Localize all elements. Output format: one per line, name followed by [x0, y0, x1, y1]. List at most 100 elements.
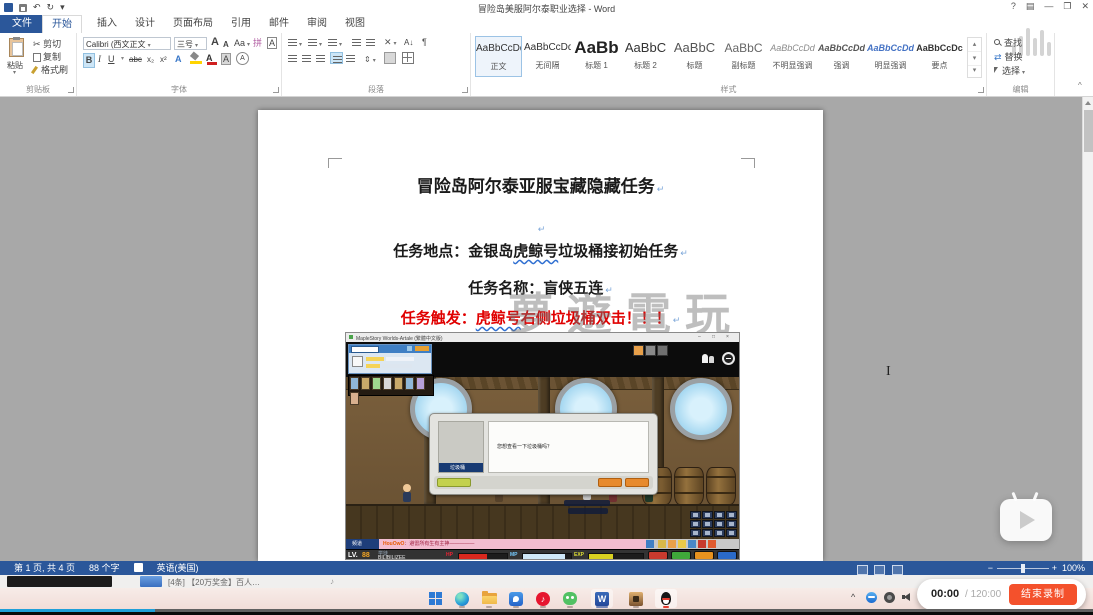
dialog-next-button[interactable] [625, 478, 649, 487]
tray-expand-icon[interactable]: ^ [851, 592, 855, 602]
toast-text[interactable]: [4条] 【20万奖金】百人… [168, 577, 260, 588]
bullets-button[interactable]: ▾ [288, 37, 302, 52]
decrease-indent-button[interactable] [352, 37, 361, 50]
doc-empty-paragraph[interactable]: ↵ [258, 220, 823, 237]
style-subtle-emphasis[interactable]: AaBbCcDd不明显强调 [769, 36, 816, 77]
tray-app-blue-icon[interactable] [866, 592, 877, 603]
taskbar-browser-app[interactable] [505, 589, 527, 608]
language-indicator[interactable]: 英语(美国) [157, 561, 199, 575]
superscript-button[interactable]: x² [160, 53, 167, 66]
styles-gallery-more-icon[interactable]: ▾ [968, 65, 981, 77]
tab-design[interactable]: 设计 [126, 15, 164, 33]
change-case-button[interactable]: Aa▾ [234, 37, 250, 52]
styles-gallery-scroll[interactable]: ▴ ▾ ▾ [967, 37, 982, 78]
style-heading2[interactable]: AaBbC标题 2 [622, 36, 669, 77]
taskbar-game[interactable] [625, 589, 647, 608]
tray-app-dark-icon[interactable] [884, 592, 895, 603]
numbering-button[interactable]: ▾ [308, 37, 322, 52]
ribbon-options-button[interactable]: ▤ [1026, 1, 1035, 12]
justify-button[interactable] [330, 52, 343, 64]
subscript-button[interactable]: x₂ [147, 53, 154, 66]
phonetic-guide-button[interactable]: 拼 [253, 37, 262, 50]
page-indicator[interactable]: 第 1 页, 共 4 页 [14, 561, 75, 575]
grow-font-button[interactable]: A [211, 36, 219, 49]
bold-button[interactable]: B [83, 53, 95, 68]
underline-button[interactable]: U [108, 53, 115, 66]
select-button[interactable]: 选择▾ [994, 65, 1025, 80]
dialog-end-chat-button[interactable] [437, 478, 471, 487]
minimize-button[interactable]: — [1044, 1, 1053, 12]
italic-button[interactable]: I [98, 53, 101, 66]
scrollbar-thumb[interactable] [1084, 110, 1093, 152]
taskbar-word-active[interactable]: W [591, 589, 613, 608]
proofing-icon[interactable] [134, 563, 143, 572]
zoom-percentage[interactable]: 100% [1062, 561, 1085, 575]
style-emphasis[interactable]: AaBbCcDd强调 [818, 36, 865, 77]
zoom-out-button[interactable]: − [988, 561, 993, 575]
word-count[interactable]: 88 个字 [89, 561, 120, 575]
taskbar-music-app[interactable]: ♪ [532, 589, 554, 608]
document-page[interactable]: 冒险岛阿尔泰亚服宝藏隐藏任务↵ ↵ 任务地点：金银岛虎鲸号垃圾桶接初始任务↵ 任… [258, 110, 823, 561]
text-effects-button[interactable]: A [175, 53, 182, 66]
help-button[interactable]: ? [1011, 1, 1016, 12]
taskbar-qq-active[interactable] [655, 589, 677, 608]
tab-review[interactable]: 审阅 [298, 15, 336, 33]
stop-recording-button[interactable]: 结束录制 [1009, 584, 1077, 605]
web-layout-icon[interactable] [892, 565, 903, 575]
taskbar-explorer[interactable] [478, 589, 500, 608]
font-family-combo[interactable]: Calibri (西文正文▾ [83, 37, 171, 50]
tab-references[interactable]: 引用 [222, 15, 260, 33]
bilibili-play-button[interactable] [1000, 499, 1052, 541]
dialog-prev-button[interactable] [598, 478, 622, 487]
doc-location-paragraph[interactable]: 任务地点：金银岛虎鲸号垃圾桶接初始任务↵ [258, 240, 823, 261]
borders-button[interactable] [402, 52, 414, 64]
zoom-slider-thumb[interactable] [1021, 564, 1025, 573]
style-strong[interactable]: AaBbCcDc要点 [916, 36, 963, 77]
doc-title-paragraph[interactable]: 冒险岛阿尔泰亚服宝藏隐藏任务↵ [258, 172, 823, 197]
strikethrough-button[interactable]: abc [129, 53, 142, 66]
style-normal[interactable]: AaBbCcDd正文 [475, 36, 522, 77]
font-size-combo[interactable]: 三号▾ [174, 37, 207, 50]
line-spacing-button[interactable]: ⇕▾ [364, 53, 376, 68]
align-left-button[interactable] [288, 53, 297, 66]
align-center-button[interactable] [302, 53, 311, 66]
highlight-button[interactable] [189, 51, 203, 64]
style-subtitle[interactable]: AaBbC副标题 [720, 36, 767, 77]
print-layout-icon[interactable] [874, 565, 885, 575]
zoom-in-button[interactable]: + [1052, 561, 1057, 575]
enclose-characters-button[interactable]: A [236, 52, 249, 65]
increase-indent-button[interactable] [366, 37, 375, 50]
tab-page-layout[interactable]: 页面布局 [164, 15, 222, 33]
paragraph-dialog-launcher[interactable] [462, 87, 468, 93]
copy-button[interactable]: 复制 [33, 51, 61, 64]
tab-view[interactable]: 视图 [336, 15, 374, 33]
clipboard-dialog-launcher[interactable] [68, 87, 74, 93]
character-border-button[interactable]: A [267, 37, 277, 49]
close-button[interactable]: ✕ [1081, 1, 1089, 12]
zoom-slider[interactable] [997, 568, 1049, 569]
style-intense-emphasis[interactable]: AaBbCcDd明显强调 [867, 36, 914, 77]
taskbar-wechat[interactable] [559, 589, 581, 608]
read-mode-icon[interactable] [857, 565, 868, 575]
shading-button[interactable] [384, 52, 396, 64]
styles-scroll-up-icon[interactable]: ▴ [968, 38, 981, 51]
multilevel-list-button[interactable]: ▾ [328, 37, 342, 52]
character-shading-button[interactable]: A [221, 53, 231, 65]
tab-mailings[interactable]: 邮件 [260, 15, 298, 33]
style-heading1[interactable]: AaBb标题 1 [573, 36, 620, 77]
sort-button[interactable]: A↓ [404, 36, 413, 49]
asian-layout-button[interactable]: ✕▾ [384, 36, 397, 51]
embedded-game-screenshot[interactable]: MapleStory Worlds-Artale (繁體中文版) – □ × [345, 332, 740, 560]
document-scrollbar[interactable] [1082, 97, 1093, 561]
paste-button[interactable]: 粘贴 ▾ [6, 38, 28, 78]
mini-player-thumbnail[interactable] [7, 576, 112, 587]
cut-button[interactable]: ✂ 剪切 [33, 38, 61, 51]
styles-dialog-launcher[interactable] [978, 87, 984, 93]
format-painter-button[interactable]: 格式刷 [33, 64, 68, 77]
scroll-up-arrow[interactable] [1085, 101, 1091, 105]
show-marks-button[interactable]: ¶ [422, 36, 427, 49]
shrink-font-button[interactable]: A [223, 38, 229, 51]
tab-home[interactable]: 开始 [42, 15, 82, 33]
taskbar-edge[interactable] [451, 589, 473, 608]
style-title[interactable]: AaBbC标题 [671, 36, 718, 77]
